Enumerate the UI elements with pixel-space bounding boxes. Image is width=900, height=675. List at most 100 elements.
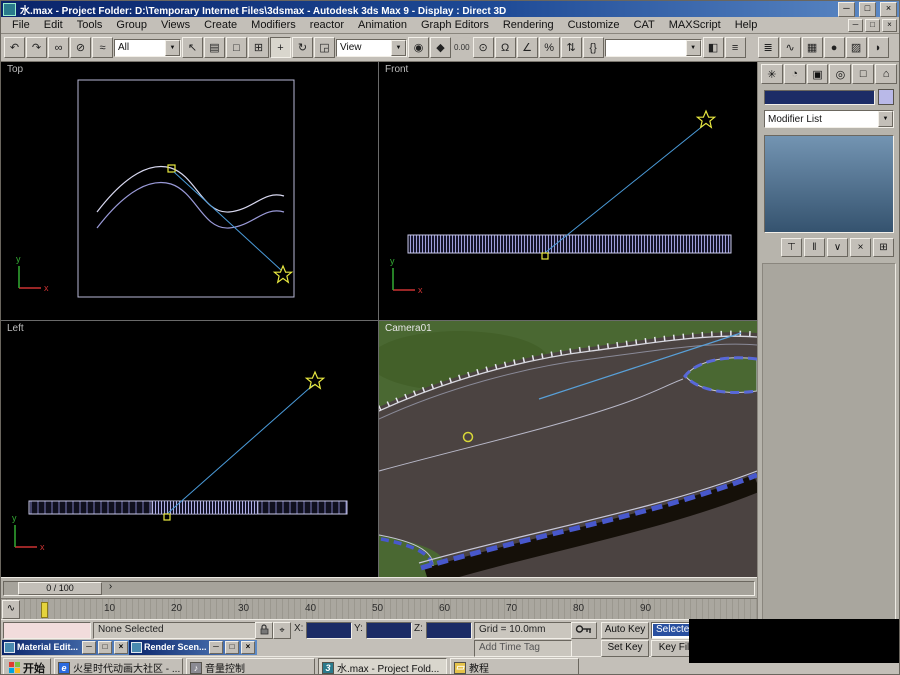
- road-spline-outer[interactable]: [97, 167, 284, 213]
- select-and-scale-icon[interactable]: ◲: [314, 37, 335, 58]
- menu-edit[interactable]: Edit: [37, 18, 70, 32]
- road-spline-inner[interactable]: [97, 183, 284, 229]
- select-and-move-icon[interactable]: +: [270, 37, 291, 58]
- taskbar-item-tutorial[interactable]: ▭ 教程: [450, 658, 579, 675]
- top-viewport-canvas[interactable]: x y: [1, 62, 378, 320]
- undo-icon[interactable]: ↶: [4, 37, 25, 58]
- maximize-icon[interactable]: □: [98, 641, 112, 654]
- remove-modifier-icon[interactable]: ×: [850, 238, 871, 257]
- modifier-list-combo[interactable]: Modifier List ▼: [764, 110, 894, 128]
- star-helper[interactable]: [274, 266, 291, 282]
- named-selection-combo[interactable]: ▼: [605, 39, 702, 57]
- select-and-link-icon[interactable]: ∞: [48, 37, 69, 58]
- dropdown-arrow-icon[interactable]: ▼: [686, 40, 701, 56]
- vertex-marker[interactable]: [164, 514, 170, 520]
- camera-viewport-canvas[interactable]: [379, 321, 757, 577]
- menu-maxscript[interactable]: MAXScript: [662, 18, 728, 32]
- left-viewport-canvas[interactable]: x y: [1, 321, 378, 577]
- percent-snap-icon[interactable]: %: [539, 37, 560, 58]
- modifier-stack-list[interactable]: [764, 135, 894, 233]
- select-by-name-icon[interactable]: ▤: [204, 37, 225, 58]
- select-object-icon[interactable]: ↖: [182, 37, 203, 58]
- track-bar[interactable]: ∿ 10 20 30 40 50 60 70 80 90: [1, 598, 757, 618]
- dropdown-arrow-icon[interactable]: ▼: [878, 111, 893, 127]
- viewport-top-label[interactable]: Top: [7, 64, 23, 75]
- road-elevation-bar[interactable]: [408, 235, 731, 253]
- use-pivot-center-icon[interactable]: ◉: [408, 37, 429, 58]
- select-and-manipulate-icon[interactable]: ◆: [430, 37, 451, 58]
- viewport-camera[interactable]: Camera01: [379, 321, 757, 577]
- layer-manager-icon[interactable]: ≣: [758, 37, 779, 58]
- configure-modifier-sets-icon[interactable]: ⊞: [873, 238, 894, 257]
- rectangular-selection-icon[interactable]: □: [226, 37, 247, 58]
- minimized-render-scene[interactable]: Render Scen... ─ □ ×: [129, 640, 257, 655]
- schematic-view-icon[interactable]: ▦: [802, 37, 823, 58]
- menu-reactor[interactable]: reactor: [303, 18, 351, 32]
- object-color-swatch[interactable]: [878, 89, 894, 105]
- motion-tab-icon[interactable]: ◎: [829, 64, 851, 84]
- menu-graph-editors[interactable]: Graph Editors: [414, 18, 496, 32]
- bind-to-space-warp-icon[interactable]: ≈: [92, 37, 113, 58]
- viewport-top[interactable]: Top x y: [1, 62, 378, 320]
- star-helper[interactable]: [697, 111, 714, 127]
- menu-file[interactable]: File: [5, 18, 37, 32]
- menu-cat[interactable]: CAT: [627, 18, 662, 32]
- taskbar-item-volume[interactable]: ♪ 音量控制: [186, 658, 315, 675]
- modify-tab-icon[interactable]: ◔: [784, 64, 806, 84]
- menu-rendering[interactable]: Rendering: [496, 18, 561, 32]
- pin-stack-icon[interactable]: ⊤: [781, 238, 802, 257]
- render-setup-icon[interactable]: ▨: [846, 37, 867, 58]
- start-button[interactable]: 开始: [3, 658, 51, 675]
- minimized-material-editor[interactable]: Material Edit... ─ □ ×: [2, 640, 130, 655]
- menu-tools[interactable]: Tools: [70, 18, 110, 32]
- absolute-mode-icon[interactable]: ⌖: [273, 622, 291, 639]
- auto-key-button[interactable]: Auto Key: [601, 622, 649, 639]
- menu-help[interactable]: Help: [728, 18, 765, 32]
- menu-modifiers[interactable]: Modifiers: [244, 18, 303, 32]
- quick-render-icon[interactable]: ◗: [868, 37, 889, 58]
- curve-editor-icon[interactable]: ∿: [780, 37, 801, 58]
- viewport-camera-label[interactable]: Camera01: [385, 323, 432, 334]
- x-coordinate-field[interactable]: [306, 622, 352, 639]
- object-name-field[interactable]: [764, 90, 875, 105]
- front-viewport-canvas[interactable]: x y: [379, 62, 757, 320]
- show-end-result-icon[interactable]: ‖: [804, 238, 825, 257]
- path-line[interactable]: [546, 125, 704, 252]
- align-icon[interactable]: ≡: [725, 37, 746, 58]
- unlink-selection-icon[interactable]: ⊘: [70, 37, 91, 58]
- z-coordinate-field[interactable]: [426, 622, 472, 639]
- viewport-left[interactable]: Left: [1, 321, 378, 577]
- utilities-tab-icon[interactable]: ⌂: [875, 64, 897, 84]
- maxscript-mini-listener[interactable]: [3, 622, 91, 639]
- current-frame-marker[interactable]: [41, 602, 48, 618]
- mdi-restore-button[interactable]: □: [865, 19, 880, 32]
- maximize-button[interactable]: □: [859, 2, 876, 17]
- display-tab-icon[interactable]: □: [852, 64, 874, 84]
- create-tab-icon[interactable]: ✳: [761, 64, 783, 84]
- set-keys-key-icon[interactable]: [571, 622, 597, 639]
- select-and-rotate-icon[interactable]: ↻: [292, 37, 313, 58]
- road-elevation-dense[interactable]: [152, 501, 258, 514]
- plane-outline[interactable]: [78, 80, 294, 297]
- close-icon[interactable]: ×: [241, 641, 255, 654]
- minimize-button[interactable]: ─: [838, 2, 855, 17]
- spinner-snap-icon[interactable]: ⇅: [561, 37, 582, 58]
- set-key-button[interactable]: Set Key: [601, 640, 649, 657]
- next-frame-arrow-icon[interactable]: ›: [104, 582, 117, 593]
- hierarchy-tab-icon[interactable]: ▣: [807, 64, 829, 84]
- y-coordinate-field[interactable]: [366, 622, 412, 639]
- material-editor-icon[interactable]: ●: [824, 37, 845, 58]
- restore-icon[interactable]: ─: [209, 641, 223, 654]
- mdi-close-button[interactable]: ×: [882, 19, 897, 32]
- angle-snap-icon[interactable]: ∠: [517, 37, 538, 58]
- restore-icon[interactable]: ─: [82, 641, 96, 654]
- menu-views[interactable]: Views: [154, 18, 197, 32]
- menu-group[interactable]: Group: [109, 18, 154, 32]
- path-line[interactable]: [174, 172, 281, 270]
- menu-create[interactable]: Create: [197, 18, 244, 32]
- mirror-icon[interactable]: ◧: [703, 37, 724, 58]
- window-crossing-icon[interactable]: ⊞: [248, 37, 269, 58]
- close-icon[interactable]: ×: [114, 641, 128, 654]
- menu-animation[interactable]: Animation: [351, 18, 414, 32]
- mdi-minimize-button[interactable]: ─: [848, 19, 863, 32]
